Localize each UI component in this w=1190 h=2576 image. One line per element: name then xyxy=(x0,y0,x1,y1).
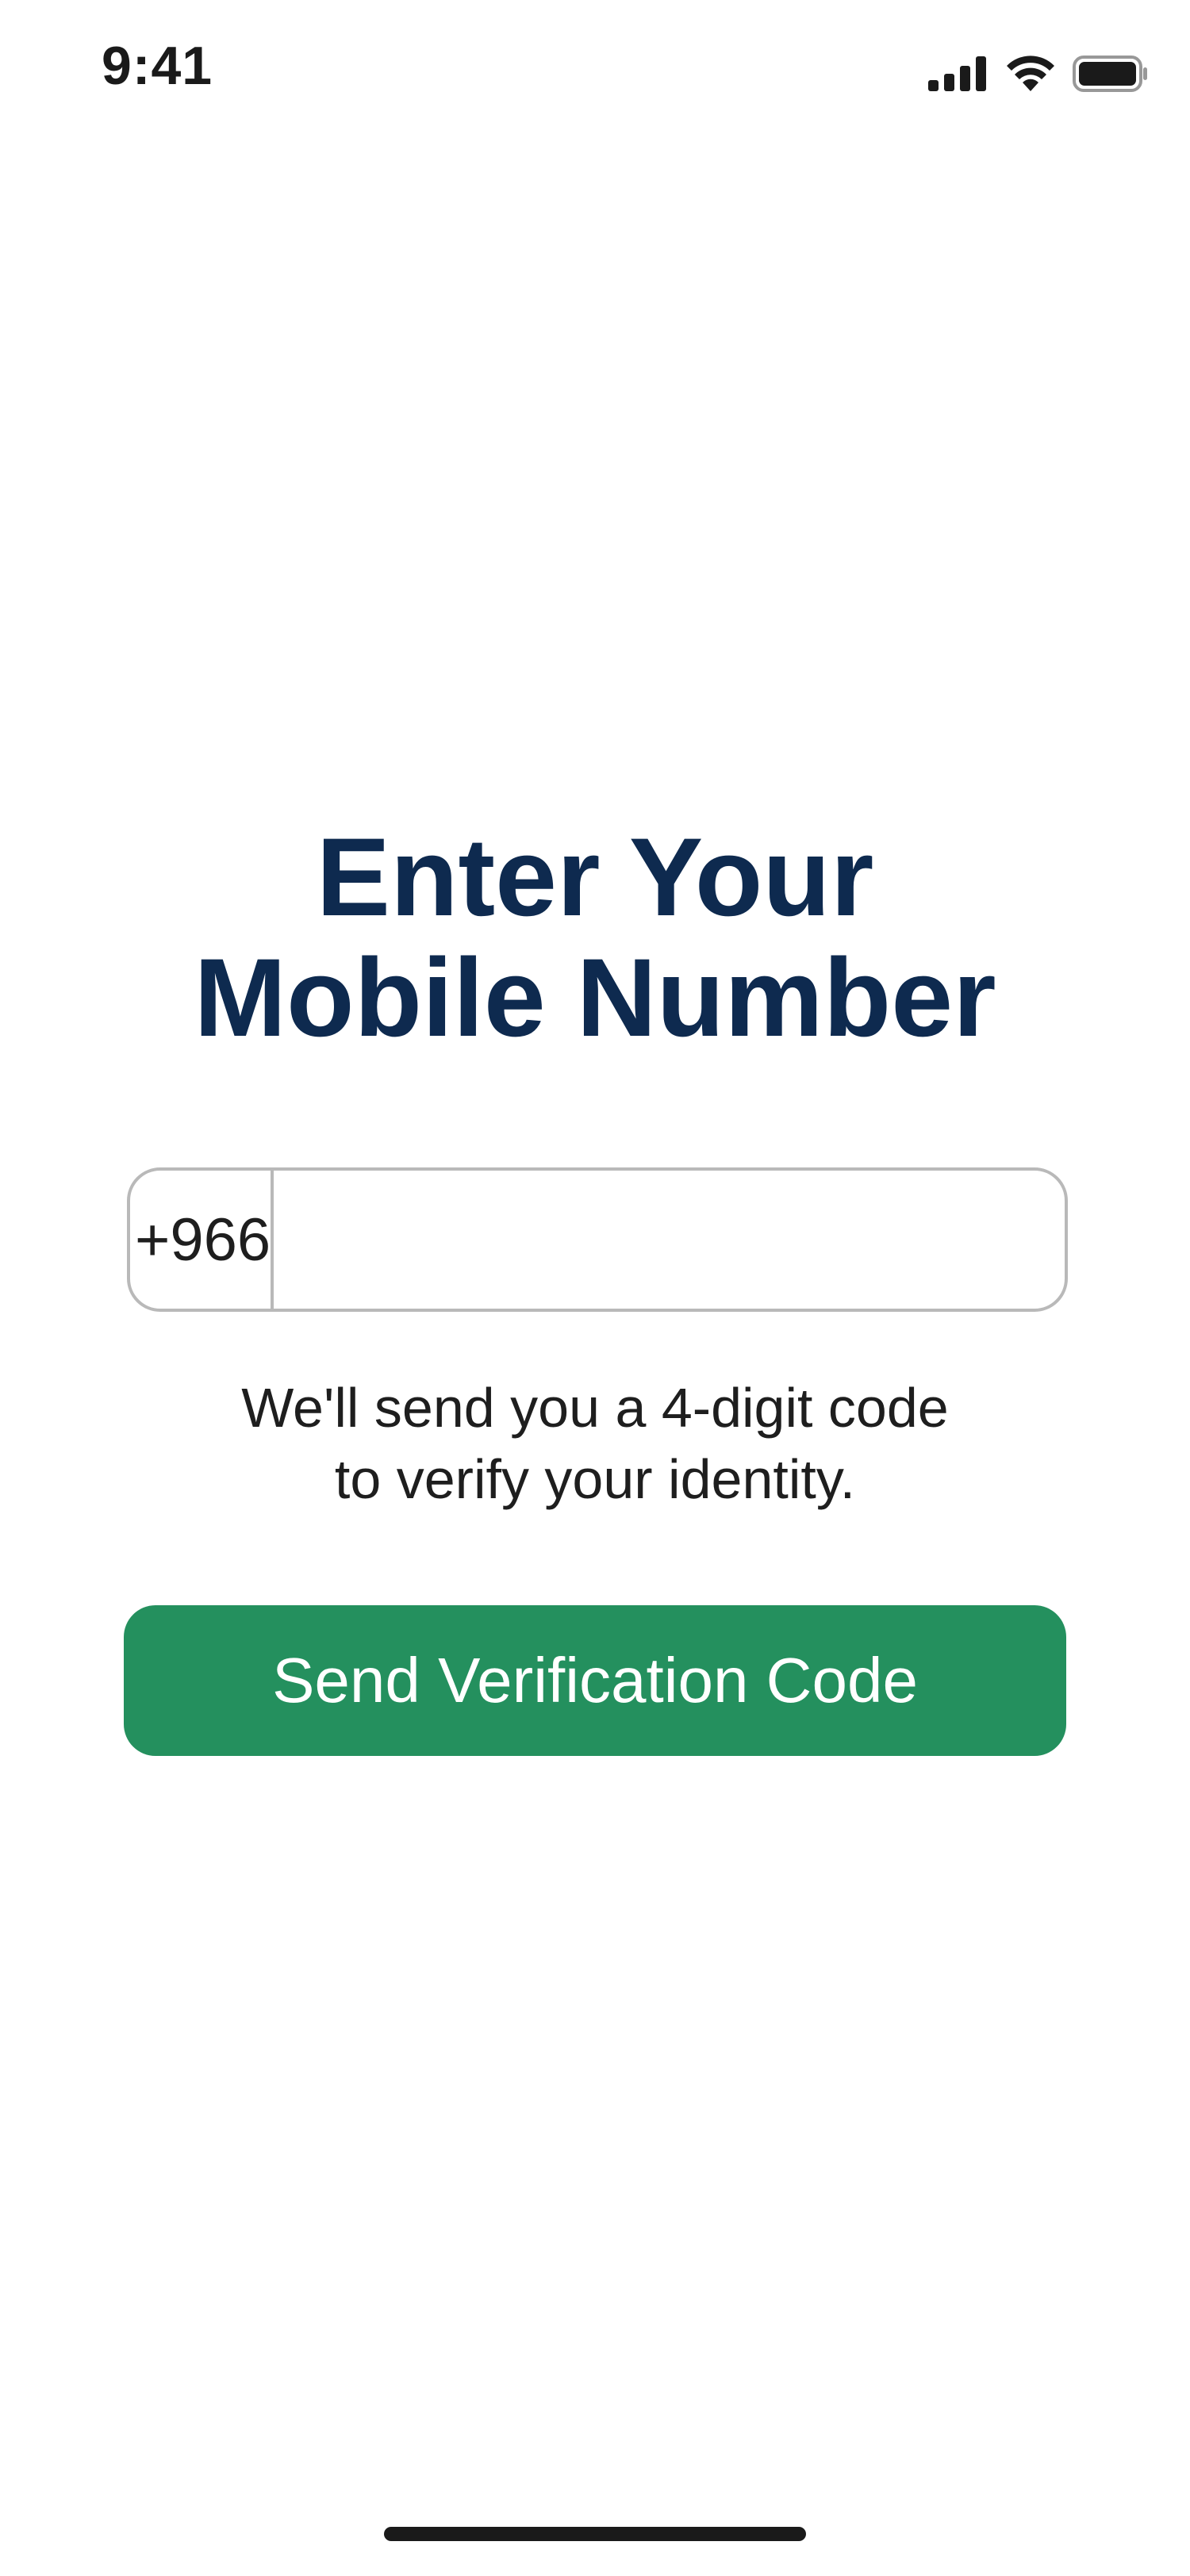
send-verification-code-button[interactable]: Send Verification Code xyxy=(124,1605,1066,1756)
country-code-selector[interactable]: +966 xyxy=(130,1171,274,1309)
status-time: 9:41 xyxy=(102,36,213,96)
helper-line-1: We'll send you a 4-digit code xyxy=(241,1377,949,1439)
status-icons xyxy=(928,54,1149,94)
signal-icon xyxy=(928,56,986,91)
page-title: Enter Your Mobile Number xyxy=(0,817,1190,1058)
battery-icon xyxy=(1073,56,1147,92)
status-bar: 9:41 xyxy=(0,0,1190,143)
helper-line-2: to verify your identity. xyxy=(334,1448,856,1510)
title-line-2: Mobile Number xyxy=(194,935,996,1060)
home-indicator[interactable] xyxy=(384,2527,806,2541)
title-line-1: Enter Your xyxy=(316,815,874,939)
phone-number-input[interactable] xyxy=(274,1171,1065,1309)
phone-number-field: +966 xyxy=(127,1167,1068,1312)
wifi-icon xyxy=(1007,56,1054,91)
verification-screen: 9:41 Enter Your Mobile Number +966 We'll… xyxy=(0,0,1190,2576)
helper-text: We'll send you a 4-digit code to verify … xyxy=(0,1372,1190,1515)
